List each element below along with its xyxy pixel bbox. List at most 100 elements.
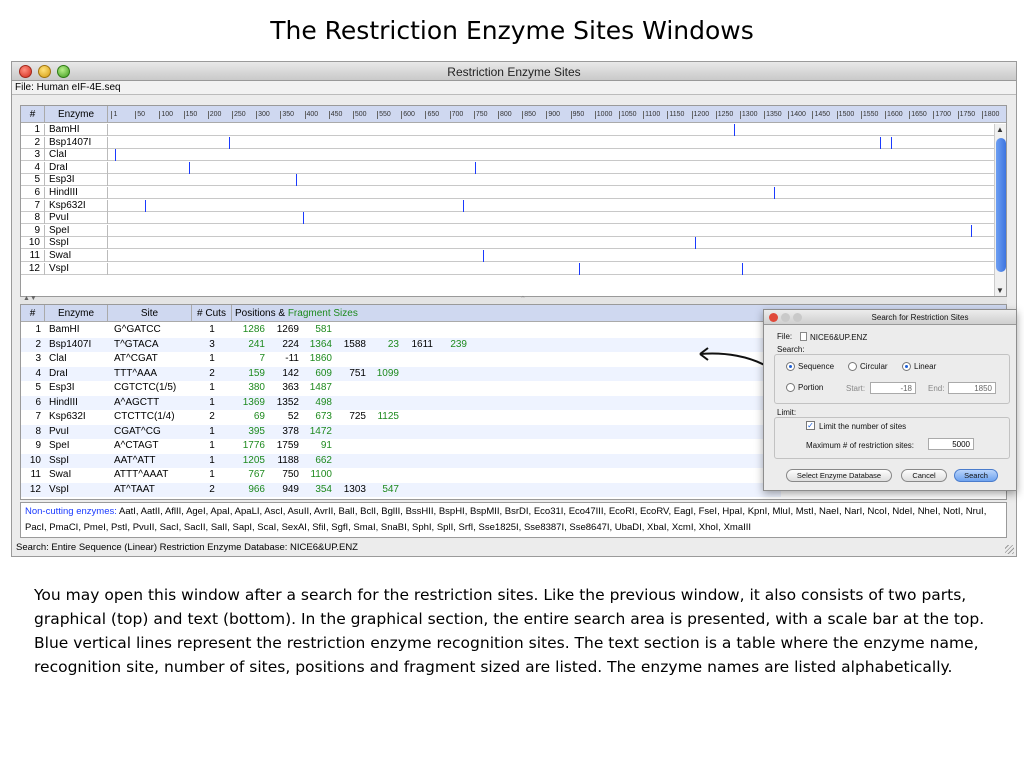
panel-splitter[interactable]: ▲▼ ⌃ <box>20 295 1007 304</box>
row-cuts: 2 <box>209 367 215 379</box>
graph-vertical-scrollbar[interactable]: ▲ ▼ <box>994 124 1006 296</box>
splitter-arrows-icon[interactable]: ▲▼ <box>23 295 37 302</box>
table-row[interactable]: 9 SpeI A^CTAGT 1 1776 1759 91 <box>21 439 781 454</box>
site-line <box>475 161 477 174</box>
site-line <box>145 199 147 212</box>
radio-sequence-label: Sequence <box>798 362 835 371</box>
scale-tick: 850 <box>522 111 536 119</box>
graph-row-num: 8 <box>21 212 45 225</box>
search-button[interactable]: Search <box>954 469 998 482</box>
row-site: AT^TAAT <box>114 483 155 495</box>
col-enzyme-header[interactable]: Enzyme <box>45 305 108 322</box>
radio-sequence[interactable] <box>786 362 795 371</box>
fragment-value: 547 <box>382 483 399 495</box>
graph-row-enzyme: VspI <box>45 262 108 275</box>
scale-tick: 1800 <box>981 111 1000 119</box>
table-row[interactable]: 3 ClaI AT^CGAT 1 7 -11 1860 <box>21 352 781 367</box>
radio-portion-label: Portion <box>798 383 824 392</box>
graph-row[interactable]: 11 SwaI <box>21 250 1006 262</box>
table-row[interactable]: 11 SwaI ATTT^AAAT 1 767 750 1100 <box>21 468 781 483</box>
row-num: 9 <box>35 440 41 451</box>
row-num: 5 <box>35 382 41 393</box>
graph-row[interactable]: 6 HindIII <box>21 187 1006 199</box>
row-num: 7 <box>35 411 41 422</box>
file-label: File: Human eIF-4E.seq <box>12 81 1016 95</box>
window-title: Restriction Enzyme Sites <box>447 65 581 79</box>
graph-row[interactable]: 2 Bsp1407I <box>21 136 1006 149</box>
window-titlebar[interactable]: Restriction Enzyme Sites <box>12 62 1016 81</box>
position-value: 52 <box>287 411 299 422</box>
graph-row[interactable]: 9 SpeI <box>21 224 1006 237</box>
graph-row-num: 9 <box>21 224 45 237</box>
table-row[interactable]: 4 DraI TTT^AAA 2 159 142 609 751 1099 <box>21 366 781 381</box>
radio-linear-label: Linear <box>914 362 937 371</box>
graph-row[interactable]: 3 ClaI <box>21 149 1006 162</box>
col-site-header[interactable]: Site <box>108 305 192 322</box>
max-sites-field[interactable]: 5000 <box>928 438 974 450</box>
graph-row-enzyme: SwaI <box>45 250 108 262</box>
graph-col-enzyme[interactable]: Enzyme <box>45 106 108 123</box>
graph-row[interactable]: 10 SspI <box>21 237 1006 250</box>
table-row[interactable]: 5 Esp3I CGTCTC(1/5) 1 380 363 1487 <box>21 381 781 396</box>
col-num-header[interactable]: # <box>21 305 45 322</box>
table-row[interactable]: 12 VspI AT^TAAT 2 966 949 354 1303 547 <box>21 482 781 497</box>
table-row[interactable]: 8 PvuI CGAT^CG 1 395 378 1472 <box>21 424 781 439</box>
dialog-close-button[interactable] <box>769 313 778 322</box>
fragment-value: 395 <box>248 425 265 437</box>
dialog-titlebar[interactable]: Search for Restriction Sites <box>764 310 1016 325</box>
position-value: 750 <box>282 469 299 480</box>
fragment-value: 1472 <box>309 425 332 437</box>
site-line <box>188 161 190 174</box>
fragment-value: 966 <box>248 483 265 495</box>
scroll-down-icon[interactable]: ▼ <box>996 286 1004 295</box>
graph-row[interactable]: 1 BamHI <box>21 124 1006 136</box>
table-row[interactable]: 7 Ksp632I CTCTTC(1/4) 2 69 52 673 725 1125 <box>21 410 781 425</box>
graph-row[interactable]: 5 Esp3I <box>21 174 1006 187</box>
scale-tick: 1550 <box>860 111 879 119</box>
start-field[interactable]: -18 <box>870 382 916 394</box>
fragment-value: 380 <box>248 382 265 393</box>
row-num: 6 <box>35 396 41 408</box>
graph-row[interactable]: 8 PvuI <box>21 212 1006 225</box>
graph-row-enzyme: ClaI <box>45 149 108 162</box>
position-value: 1188 <box>277 454 299 466</box>
row-cuts: 1 <box>209 382 215 393</box>
row-cuts: 1 <box>209 324 215 335</box>
scale-tick: 800 <box>498 111 512 119</box>
radio-linear[interactable] <box>902 362 911 371</box>
position-value: 1303 <box>343 483 366 495</box>
arrow-shaft <box>699 352 771 369</box>
scale-tick: 50 <box>135 111 145 119</box>
table-row[interactable]: 10 SspI AAT^ATT 1 1205 1188 662 <box>21 453 781 468</box>
row-cuts: 1 <box>209 425 215 437</box>
splitter-grip-icon[interactable]: ⌃ <box>520 295 526 303</box>
graph-row-num: 11 <box>21 250 45 262</box>
row-cuts: 1 <box>209 454 215 466</box>
fragment-value: 23 <box>387 338 399 350</box>
cancel-button[interactable]: Cancel <box>901 469 947 482</box>
limit-group-label: Limit: <box>777 408 797 417</box>
site-line <box>694 237 696 250</box>
graph-col-num[interactable]: # <box>21 106 45 123</box>
scroll-up-icon[interactable]: ▲ <box>996 125 1004 134</box>
resize-grip-icon[interactable] <box>1005 545 1014 554</box>
graph-row[interactable]: 12 VspI <box>21 262 1006 275</box>
scale-bar: 1 50 100 150 200 250 300 350 400 450 500 550 600 650 7… <box>109 106 1004 123</box>
col-cuts-header[interactable]: # Cuts <box>192 305 232 322</box>
scroll-thumb[interactable] <box>996 138 1006 272</box>
row-num: 1 <box>35 324 41 335</box>
select-database-button[interactable]: Select Enzyme Database <box>786 469 892 482</box>
graph-row[interactable]: 4 DraI <box>21 161 1006 174</box>
positions-label: Positions & <box>235 308 288 319</box>
graph-row[interactable]: 7 Ksp632I <box>21 199 1006 212</box>
limit-checkbox[interactable]: ✓ <box>806 421 815 430</box>
table-row[interactable]: 6 HindIII A^AGCTT 1 1369 1352 498 <box>21 395 781 410</box>
scale-tick: 500 <box>352 111 367 119</box>
radio-portion[interactable] <box>786 383 795 392</box>
end-field[interactable]: 1850 <box>948 382 996 394</box>
table-row[interactable]: 2 Bsp1407I T^GTACA 3 241 224 1364 1588 23 1611 239 <box>21 337 781 352</box>
table-row[interactable]: 1 BamHI G^GATCC 1 1286 1269 581 <box>21 323 781 338</box>
scale-tick: 400 <box>304 111 319 119</box>
radio-circular[interactable] <box>848 362 857 371</box>
site-track <box>109 136 1004 149</box>
